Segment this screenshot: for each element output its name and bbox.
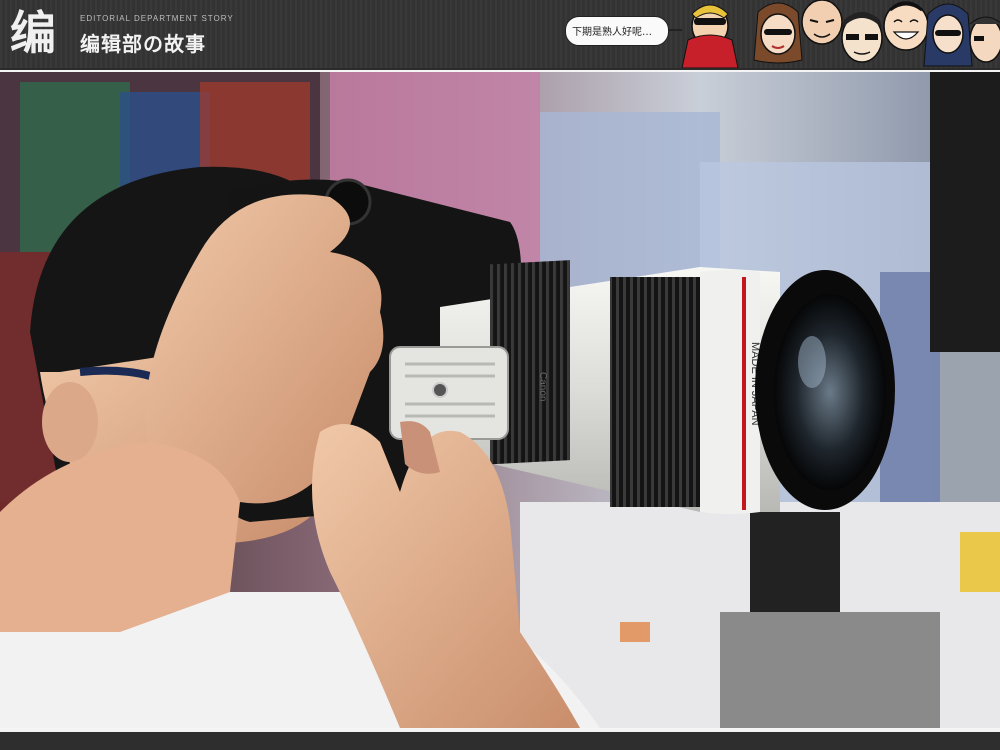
site-logo[interactable]: 编 [10,6,72,60]
cartoon-face-partial [969,16,1000,63]
cartoon-face-woman [753,2,803,64]
lens-brand-text: Canon [537,372,548,401]
speech-bubble-text: 下期是熟人好呢… [572,27,652,38]
speech-bubble: 下期是熟人好呢… [565,16,682,46]
site-footer [0,730,1000,750]
ear [42,382,98,462]
brand-english-title: EDITORIAL DEPARTMENT STORY [80,14,234,23]
desk [720,612,940,728]
site-header: 编 EDITORIAL DEPARTMENT STORY 编辑部の故事 下期是熟… [0,0,1000,68]
cartoon-face-bald [801,0,843,45]
logo-glyph: 编 [10,6,56,60]
brand-chinese-title: 编辑部の故事 [80,32,206,56]
monitor [750,512,840,612]
cartoon-face-glasses [841,12,883,63]
cartoon-face-scarf [681,4,739,68]
cartoon-faces [681,0,1000,68]
cartoon-face-laughing [883,1,929,51]
cartoon-face-long-hair [923,3,973,67]
photo-man-with-camera: MADE IN JAPAN Canon [0,72,1000,728]
lens-glass [774,294,886,490]
